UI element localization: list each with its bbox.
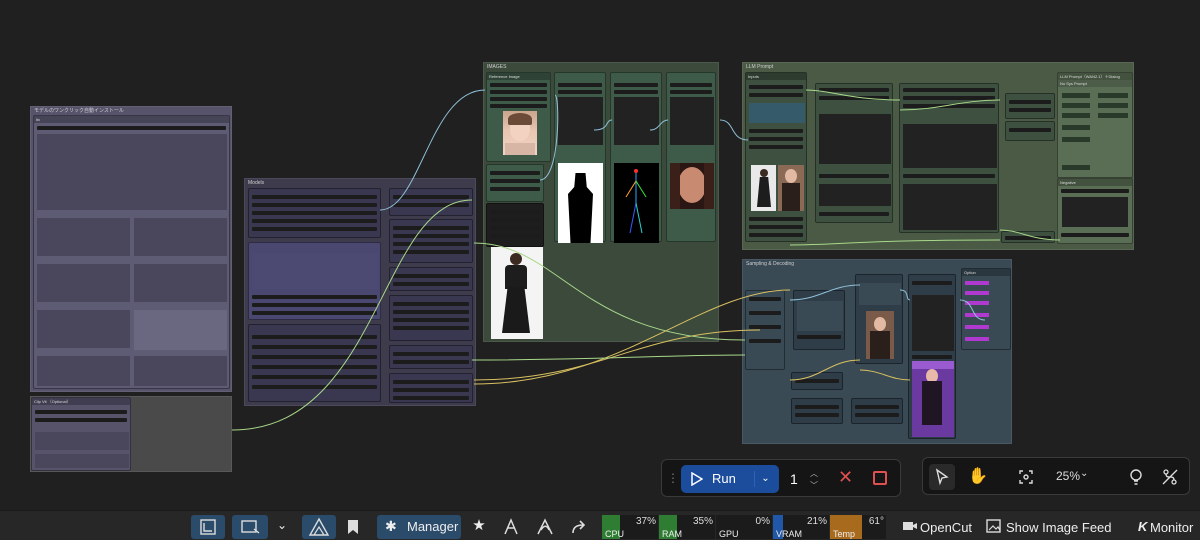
video-camera-icon [902, 519, 918, 536]
share-arrow-icon[interactable] [567, 515, 591, 539]
workflow-icon-2[interactable] [534, 515, 556, 539]
zoom-level[interactable]: 25% [1056, 469, 1080, 483]
star-icon[interactable]: ★ [468, 515, 490, 539]
logo-icon[interactable] [302, 515, 336, 539]
opencut-label: OpenCut [920, 520, 973, 535]
ram-meter: 35% RAM [659, 515, 715, 539]
ram-value: 35% [692, 516, 713, 527]
show-image-feed-button[interactable]: Show Image Feed [984, 515, 1130, 539]
decrement-icon[interactable]: ﹀ [810, 480, 818, 491]
run-dropdown-chevron-icon[interactable]: ⌄ [754, 471, 776, 487]
vram-meter: 21% VRAM [773, 515, 829, 539]
batch-count-value[interactable]: 1 [790, 471, 798, 487]
manager-label: Manager [407, 519, 459, 534]
screen-capture-icon[interactable] [232, 515, 268, 539]
select-cursor-icon[interactable] [929, 464, 955, 490]
capture-chevron-down-icon[interactable]: ⌄ [272, 515, 292, 539]
batch-count-stepper[interactable]: 1 ︿ ﹀ [784, 465, 824, 493]
gpu-label: GPU [719, 529, 739, 539]
lightbulb-icon[interactable] [1123, 464, 1149, 490]
monitor-label: Monitor [1150, 520, 1194, 535]
image-feed-label: Show Image Feed [1006, 520, 1112, 535]
cpu-meter: 37% CPU [602, 515, 658, 539]
cancel-close-icon[interactable]: ✕ [838, 467, 853, 488]
vram-value: 21% [806, 516, 827, 527]
zoom-chevron-down-icon[interactable]: ⌄ [1080, 468, 1088, 479]
manager-button[interactable]: ✱ Manager [377, 515, 461, 539]
fit-view-icon[interactable] [1013, 464, 1039, 490]
vram-label: VRAM [776, 529, 803, 539]
image-feed-icon [986, 519, 1002, 536]
pan-hand-icon[interactable]: ✋ [965, 464, 991, 490]
play-icon [691, 471, 704, 489]
bookmark-icon[interactable] [340, 515, 366, 539]
ram-label: RAM [662, 529, 682, 539]
cpu-value: 37% [635, 516, 656, 527]
queue-panel-icon[interactable] [191, 515, 225, 539]
temp-value: 61° [868, 516, 884, 527]
gpu-meter: 0% GPU [716, 515, 772, 539]
workflow-canvas[interactable]: モデルのワンクリック自動インストール ltx Clip Vit （Optiona… [0, 0, 1200, 510]
cpu-label: CPU [605, 529, 625, 539]
temp-label: Temp [833, 529, 856, 539]
canvas-tools-toolbar: ✋ 25% ⌄ [922, 457, 1190, 495]
stop-square-icon[interactable] [873, 471, 887, 485]
link-visibility-icon[interactable] [1157, 464, 1183, 490]
puzzle-icon: ✱ [385, 518, 397, 534]
run-button[interactable]: Run ⌄ [681, 465, 779, 493]
temp-meter: 61° Temp [830, 515, 886, 539]
bottom-taskbar: ⌄ ✱ Manager ★ 37% CPU 35% RAM 0% GPU 21%… [0, 510, 1200, 540]
run-label: Run [712, 471, 736, 486]
monitor-button[interactable]: K Monitor [1136, 515, 1196, 539]
opencut-button[interactable]: OpenCut [898, 515, 978, 539]
monitor-k-icon: K [1138, 519, 1148, 534]
run-toolbar: ⋮⋮ Run ⌄ 1 ︿ ﹀ ✕ [661, 459, 901, 497]
gpu-value: 0% [755, 516, 770, 527]
node-connection-wires [231, 89, 1061, 431]
increment-icon[interactable]: ︿ [810, 468, 818, 479]
workflow-icon-1[interactable] [500, 515, 522, 539]
